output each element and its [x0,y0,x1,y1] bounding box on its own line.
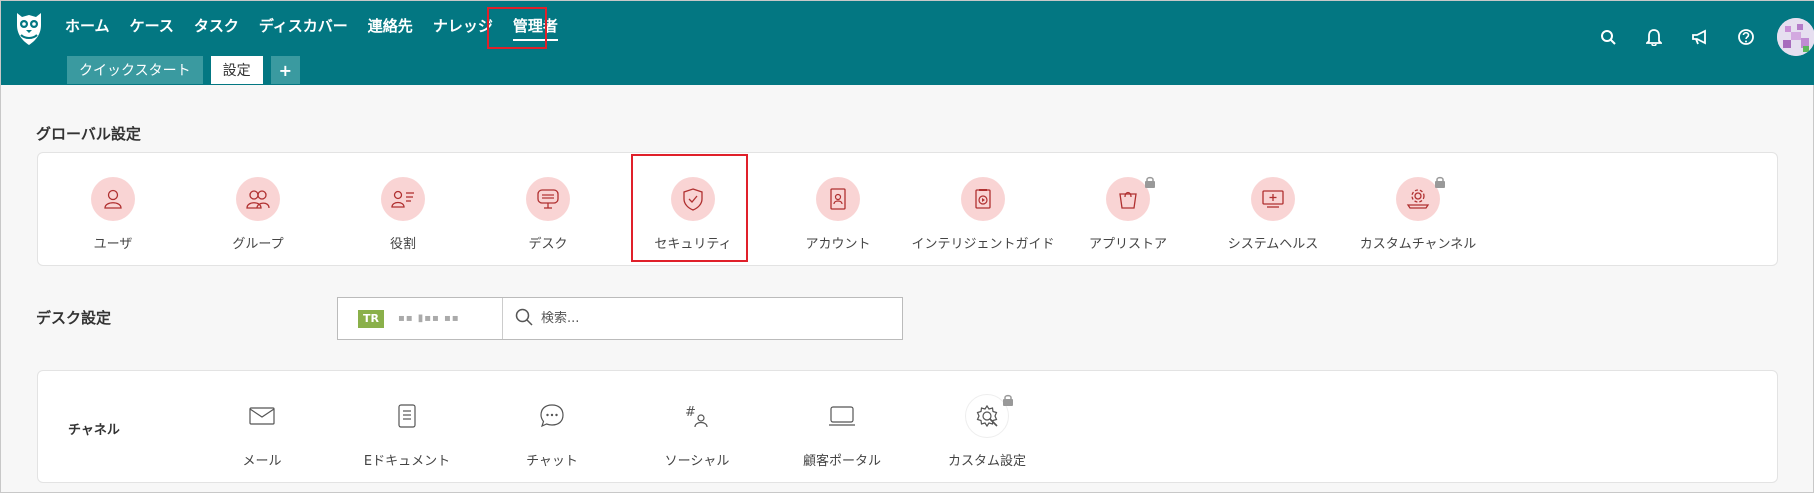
global-settings-title: グローバル設定 [36,125,141,143]
global-item-label: カスタムチャンネル [1359,237,1477,252]
tab-quickstart[interactable]: クイックスタート [67,56,203,84]
tab-bar: クイックスタート 設定 + [67,56,308,84]
social-icon: # [675,394,719,438]
channel-item-label: チャット [526,454,578,469]
nav-tasks[interactable]: タスク [194,1,239,51]
shield-icon [671,177,715,221]
channel-item-label: 顧客ポータル [802,454,881,469]
help-icon[interactable] [1723,15,1769,59]
global-item-label: システムヘルス [1227,237,1319,252]
nav-admin[interactable]: 管理者 [512,1,558,51]
channel-item-chat[interactable]: チャット [477,394,627,469]
desk-badge: TR [358,309,384,328]
channel-item-label: ソーシャル [664,454,730,469]
channel-item-edocument[interactable]: Eドキュメント [332,394,482,469]
system-health-icon [1251,177,1295,221]
channel-item-label: メール [242,454,282,469]
svg-text:#: # [685,405,696,420]
nav-knowledge[interactable]: ナレッジ [433,1,493,51]
global-item-users[interactable]: ユーザ [33,177,193,252]
custom-channel-icon [1396,176,1445,221]
global-item-system-health[interactable]: システムヘルス [1193,177,1353,252]
guide-icon [961,177,1005,221]
store-icon [1106,176,1155,221]
channel-item-label: カスタム設定 [947,454,1026,469]
desk-search [503,298,902,339]
desk-dropdown[interactable]: TR ▪▪ ▮▪▪ ▪▪ [338,298,503,339]
global-item-security[interactable]: セキュリティ [613,177,773,252]
lock-icon [1144,173,1156,192]
global-item-custom-channel[interactable]: カスタムチャンネル [1338,176,1498,252]
global-item-label: ユーザ [93,237,133,252]
search-input[interactable] [541,311,841,326]
desk-selector: TR ▪▪ ▮▪▪ ▪▪ [337,297,903,340]
desk-name-blurred: ▪▪ ▮▪▪ ▪▪ [398,313,460,324]
group-icon [236,177,280,221]
search-icon[interactable] [1585,15,1631,59]
nav-cases[interactable]: ケース [130,1,174,51]
global-item-label: 役割 [389,237,416,252]
lock-icon [1434,173,1446,192]
channels-title: チャネル [68,423,120,438]
global-item-label: セキュリティ [654,237,732,252]
desk-settings-title: デスク設定 [36,309,112,327]
channel-item-customer-portal[interactable]: 顧客ポータル [767,394,917,469]
user-icon [91,177,135,221]
global-item-app-store[interactable]: アプリストア [1048,176,1208,252]
top-bar: ホーム ケース タスク ディスカバー 連絡先 ナレッジ 管理者 クイックスタート… [1,1,1814,85]
add-tab-button[interactable]: + [270,56,300,84]
global-item-label: アカウント [805,237,871,252]
global-item-label: デスク [528,237,568,252]
main-nav: ホーム ケース タスク ディスカバー 連絡先 ナレッジ 管理者 [65,1,578,51]
global-item-desk[interactable]: デスク [468,177,628,252]
mail-icon [240,394,284,438]
global-item-groups[interactable]: グループ [178,177,338,252]
top-right-actions [1585,15,1814,59]
custom-settings-icon [965,394,1013,438]
global-item-account[interactable]: アカウント [758,177,918,252]
nav-discover[interactable]: ディスカバー [259,1,348,51]
document-icon [385,394,429,438]
role-icon [381,177,425,221]
logo-icon[interactable] [13,11,45,47]
channel-item-label: Eドキュメント [363,454,451,469]
desk-icon [526,177,570,221]
megaphone-icon[interactable] [1677,15,1723,59]
global-item-label: アプリストア [1088,237,1167,252]
nav-contacts[interactable]: 連絡先 [368,1,413,51]
chat-icon [530,394,574,438]
lock-icon [1002,391,1014,410]
nav-home[interactable]: ホーム [65,1,110,51]
global-item-roles[interactable]: 役割 [323,177,483,252]
search-icon [515,308,533,330]
bell-icon[interactable] [1631,15,1677,59]
global-item-label: インテリジェントガイド [911,237,1055,252]
tab-settings[interactable]: 設定 [210,56,263,84]
account-icon [816,177,860,221]
channel-item-custom-settings[interactable]: カスタム設定 [912,394,1062,469]
channel-item-mail[interactable]: メール [187,394,337,469]
global-item-intelligent-guide[interactable]: インテリジェントガイド [903,177,1063,252]
portal-icon [820,394,864,438]
channel-item-social[interactable]: # ソーシャル [622,394,772,469]
avatar[interactable] [1777,18,1814,56]
global-item-label: グループ [232,237,284,252]
